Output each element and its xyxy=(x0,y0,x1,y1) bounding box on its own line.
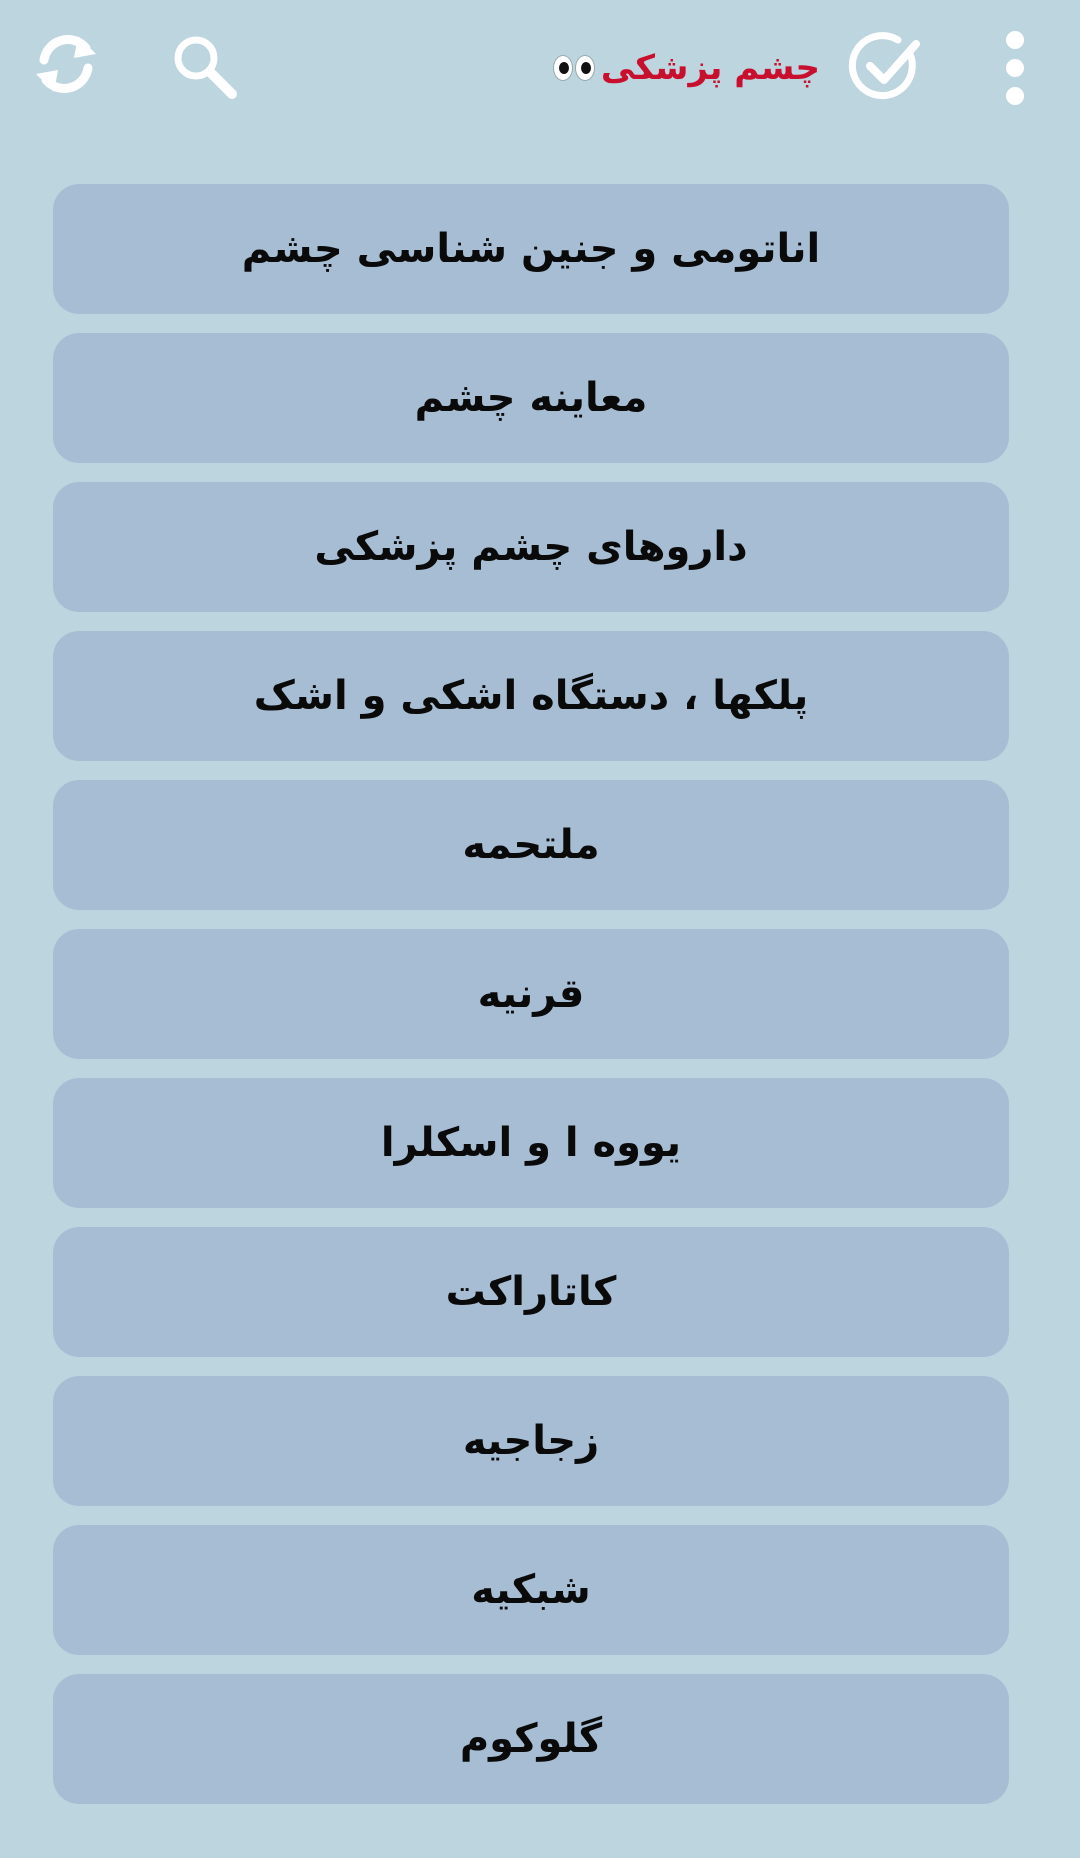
menu-item-anatomy[interactable]: اناتومی و جنین شناسی چشم xyxy=(53,184,1009,314)
menu-item-retina[interactable]: شبکیه xyxy=(53,1525,1009,1655)
menu-item-glaucoma[interactable]: گلوکوم xyxy=(53,1674,1009,1804)
menu-item-uvea-sclera[interactable]: یووه ا و اسکلرا xyxy=(53,1078,1009,1208)
toolbar: چشم پزشکی xyxy=(0,0,1080,140)
app-title: چشم پزشکی xyxy=(552,28,820,108)
menu-item-conjunctiva[interactable]: ملتحمه xyxy=(53,780,1009,910)
refresh-icon[interactable] xyxy=(30,28,102,100)
eyes-emoji-icon xyxy=(552,55,595,81)
menu-item-eye-exam[interactable]: معاینه چشم xyxy=(53,333,1009,463)
menu-item-vitreous[interactable]: زجاجیه xyxy=(53,1376,1009,1506)
check-icon[interactable] xyxy=(846,28,926,108)
menu-item-drugs[interactable]: داروهای چشم پزشکی xyxy=(53,482,1009,612)
menu-item-eyelids-lacrimal[interactable]: پلکها ، دستگاه اشکی و اشک xyxy=(53,631,1009,761)
search-icon[interactable] xyxy=(168,30,240,102)
menu-item-cataract[interactable]: کاتاراکت xyxy=(53,1227,1009,1357)
menu-list: اناتومی و جنین شناسی چشم معاینه چشم دارو… xyxy=(53,184,1009,1823)
app-title-text: چشم پزشکی xyxy=(600,48,820,88)
menu-item-cornea[interactable]: قرنیه xyxy=(53,929,1009,1059)
more-vert-icon[interactable] xyxy=(1000,30,1030,106)
